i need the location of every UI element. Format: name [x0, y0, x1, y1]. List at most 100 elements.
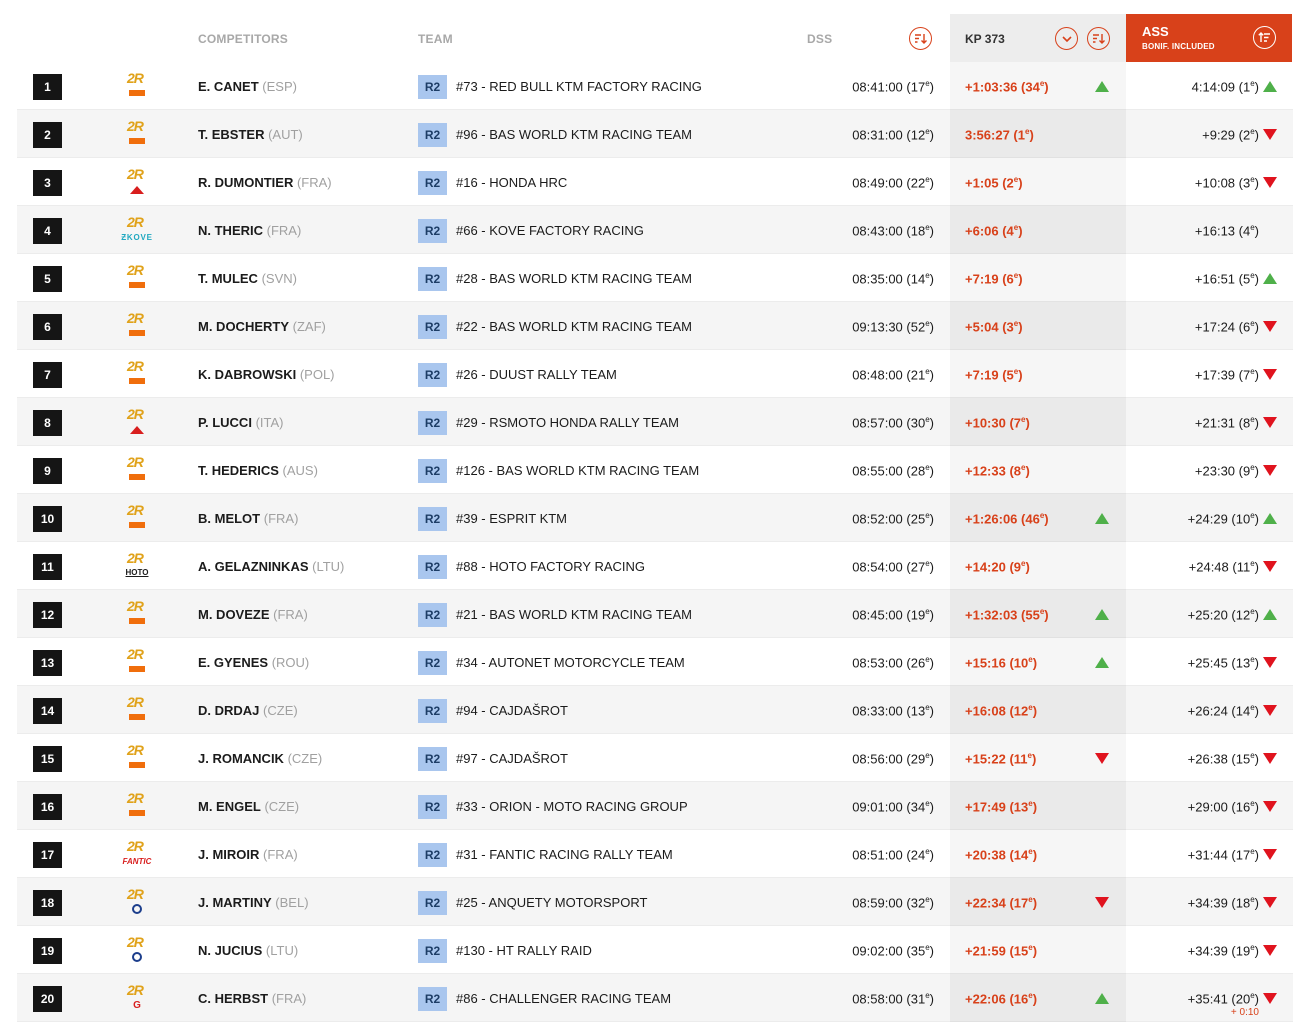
dss-close: ): [929, 511, 934, 527]
table-row[interactable]: 17 2R FANTIC J. MIROIR (FRA) R2 #31 - FA…: [17, 830, 1293, 878]
ass-close: ): [1254, 511, 1259, 527]
ass-header-cell[interactable]: ASS BONIF. INCLUDED: [1126, 14, 1292, 62]
competitor-name[interactable]: M. DOVEZE (FRA): [198, 607, 308, 622]
category-badge: R2: [418, 75, 447, 99]
header-team[interactable]: TEAM: [418, 32, 453, 46]
dss-sort-button[interactable]: [909, 27, 932, 50]
table-row[interactable]: 2 2R T. EBSTER (AUT) R2 #96 - BAS WORLD …: [17, 110, 1293, 158]
competitor-name[interactable]: M. DOCHERTY (ZAF): [198, 319, 326, 334]
logo-2r-text: 2R: [127, 694, 144, 710]
ass-close: ): [1254, 799, 1259, 815]
kp-close: ): [1018, 271, 1023, 287]
dss-value: 08:35:00 (14: [852, 271, 926, 287]
table-row[interactable]: 1 2R E. CANET (ESP) R2 #73 - RED BULL KT…: [17, 62, 1293, 110]
dss-time: 08:51:00 (24e): [777, 847, 934, 862]
ass-close: ): [1254, 79, 1259, 95]
arrow-down-icon: [1263, 321, 1277, 332]
competitor-name[interactable]: K. DABROWSKI (POL): [198, 367, 335, 382]
ass-value: +34:39 (19: [1187, 943, 1251, 959]
ass-value: +35:41 (20: [1187, 991, 1251, 1007]
kp-close: ): [1032, 991, 1038, 1007]
ass-value: +16:13 (4: [1194, 223, 1251, 239]
competitor-name[interactable]: T. MULEC (SVN): [198, 271, 297, 286]
table-row[interactable]: 8 2R P. LUCCI (ITA) R2 #29 - RSMOTO HOND…: [17, 398, 1293, 446]
competitor-name[interactable]: D. DRDAJ (CZE): [198, 703, 298, 718]
team-name: #25 - ANQUETY MOTORSPORT: [456, 895, 648, 910]
ass-time: +23:30 (9e): [1127, 463, 1259, 478]
table-row[interactable]: 11 2R HOTO A. GELAZNINKAS (LTU) R2 #88 -…: [17, 542, 1293, 590]
kp-sort-button[interactable]: [1087, 27, 1110, 50]
dss-time: 09:13:30 (52e): [777, 319, 934, 334]
table-row[interactable]: 19 2R N. JUCIUS (LTU) R2 #130 - HT RALLY…: [17, 926, 1293, 974]
competitor-name[interactable]: R. DUMONTIER (FRA): [198, 175, 332, 190]
arrow-up-icon: [1095, 513, 1109, 524]
header-kp[interactable]: KP 373: [965, 32, 1005, 46]
table-row[interactable]: 5 2R T. MULEC (SVN) R2 #28 - BAS WORLD K…: [17, 254, 1293, 302]
competitor-name[interactable]: C. HERBST (FRA): [198, 991, 306, 1006]
team-name: #21 - BAS WORLD KTM RACING TEAM: [456, 607, 692, 622]
competitor-name[interactable]: J. MIROIR (FRA): [198, 847, 298, 862]
table-row[interactable]: 12 2R M. DOVEZE (FRA) R2 #21 - BAS WORLD…: [17, 590, 1293, 638]
table-row[interactable]: 4 2R ƵKOVE N. THERIC (FRA) R2 #66 - KOVE…: [17, 206, 1293, 254]
arrow-down-icon: [1263, 369, 1277, 380]
dss-close: ): [929, 223, 934, 239]
dss-value: 09:02:00 (35: [852, 943, 926, 959]
ass-trend: [1263, 513, 1277, 524]
arrow-down-icon: [1263, 177, 1277, 188]
competitor-name[interactable]: M. ENGEL (CZE): [198, 799, 299, 814]
competitor-name[interactable]: T. EBSTER (AUT): [198, 127, 303, 142]
competitor-name[interactable]: E. GYENES (ROU): [198, 655, 309, 670]
competitor-name[interactable]: A. GELAZNINKAS (LTU): [198, 559, 344, 574]
header-dss[interactable]: DSS: [807, 32, 832, 46]
category-badge: R2: [418, 315, 447, 339]
kp-close: ): [1025, 415, 1030, 431]
table-row[interactable]: 13 2R E. GYENES (ROU) R2 #34 - AUTONET M…: [17, 638, 1293, 686]
ass-close: ): [1254, 751, 1259, 767]
ass-trend: [1263, 81, 1277, 92]
ass-value: +23:30 (9: [1194, 463, 1251, 479]
dss-time: 09:01:00 (34e): [777, 799, 934, 814]
category-badge: R2: [418, 171, 447, 195]
table-row[interactable]: 7 2R K. DABROWSKI (POL) R2 #26 - DUUST R…: [17, 350, 1293, 398]
table-row[interactable]: 20 2R G C. HERBST (FRA) R2 #86 - CHALLEN…: [17, 974, 1293, 1022]
position-badge: 19: [33, 938, 62, 964]
dss-close: ): [929, 847, 934, 863]
ass-trend: [1263, 657, 1277, 668]
kp-dropdown-button[interactable]: [1055, 27, 1078, 50]
kp-close: ): [1018, 319, 1023, 335]
dss-time: 08:45:00 (19e): [777, 607, 934, 622]
kp-value: +10:30 (7: [965, 415, 1022, 431]
kp-time: +6:06 (4e): [965, 223, 1023, 238]
table-row[interactable]: 14 2R D. DRDAJ (CZE) R2 #94 - CAJDAŠROT …: [17, 686, 1293, 734]
logo-2r-text: 2R: [127, 262, 144, 278]
competitor-name[interactable]: N. THERIC (FRA): [198, 223, 301, 238]
competitor-name[interactable]: T. HEDERICS (AUS): [198, 463, 318, 478]
table-row[interactable]: 15 2R J. ROMANCIK (CZE) R2 #97 - CAJDAŠR…: [17, 734, 1293, 782]
competitor-name[interactable]: P. LUCCI (ITA): [198, 415, 283, 430]
header-competitors[interactable]: COMPETITORS: [198, 32, 288, 46]
ass-sort-button[interactable]: [1253, 26, 1276, 49]
competitor-name[interactable]: N. JUCIUS (LTU): [198, 943, 298, 958]
rider-name: M. DOVEZE: [198, 607, 270, 622]
arrow-down-icon: [1263, 561, 1277, 572]
ass-time: +17:39 (7e): [1127, 367, 1259, 382]
table-row[interactable]: 16 2R M. ENGEL (CZE) R2 #33 - ORION - MO…: [17, 782, 1293, 830]
dss-time: 08:58:00 (31e): [777, 991, 934, 1006]
dss-value: 08:56:00 (29: [852, 751, 926, 767]
kp-close: ): [1018, 223, 1023, 239]
competitor-name[interactable]: J. MARTINY (BEL): [198, 895, 309, 910]
ass-time: +10:08 (3e): [1127, 175, 1259, 190]
table-row[interactable]: 18 2R J. MARTINY (BEL) R2 #25 - ANQUETY …: [17, 878, 1293, 926]
arrow-up-icon: [1263, 273, 1277, 284]
competitor-name[interactable]: B. MELOT (FRA): [198, 511, 298, 526]
kp-close: ): [1032, 943, 1038, 959]
table-row[interactable]: 10 2R B. MELOT (FRA) R2 #39 - ESPRIT KTM…: [17, 494, 1293, 542]
table-row[interactable]: 9 2R T. HEDERICS (AUS) R2 #126 - BAS WOR…: [17, 446, 1293, 494]
competitor-name[interactable]: E. CANET (ESP): [198, 79, 297, 94]
competitor-name[interactable]: J. ROMANCIK (CZE): [198, 751, 322, 766]
table-row[interactable]: 3 2R R. DUMONTIER (FRA) R2 #16 - HONDA H…: [17, 158, 1293, 206]
category-badge: R2: [418, 651, 447, 675]
ass-time: +24:29 (10e): [1127, 511, 1259, 526]
ass-trend: [1263, 993, 1277, 1004]
table-row[interactable]: 6 2R M. DOCHERTY (ZAF) R2 #22 - BAS WORL…: [17, 302, 1293, 350]
